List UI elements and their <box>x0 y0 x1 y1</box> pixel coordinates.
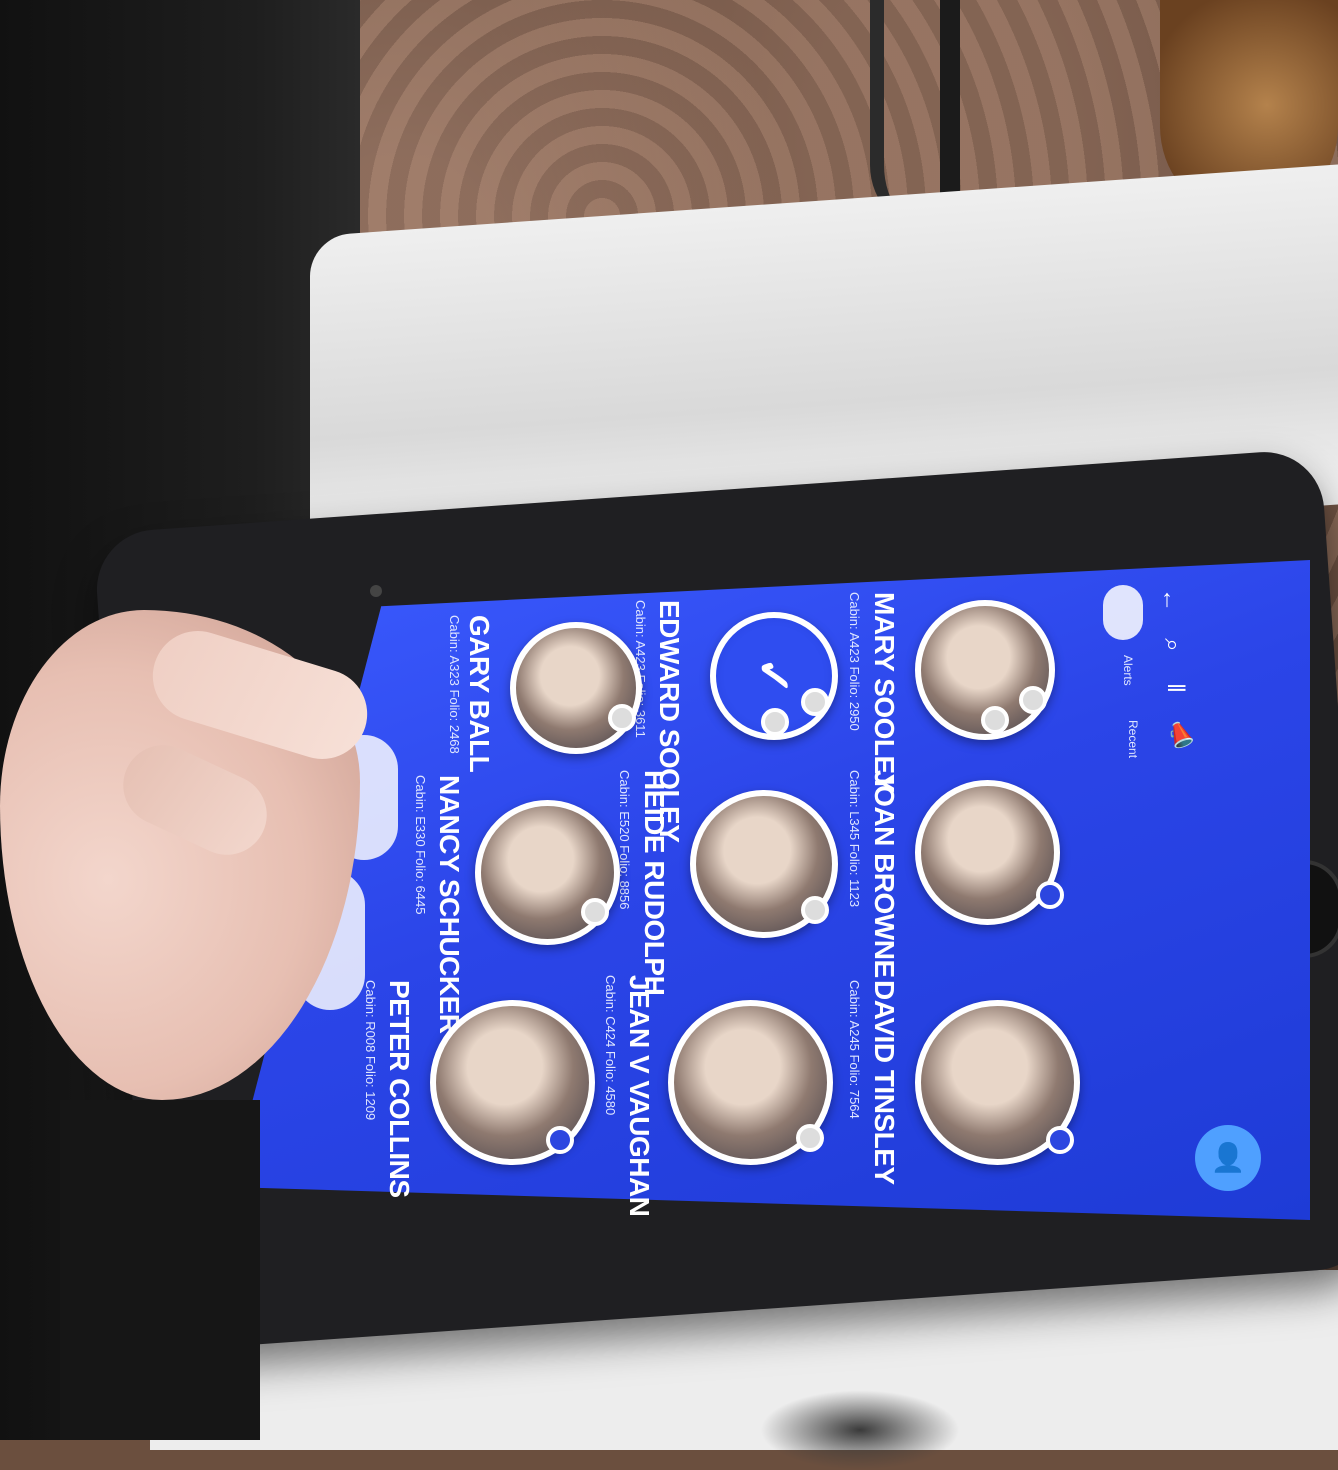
tablet-camera <box>370 585 382 597</box>
resident-detail: Cabin: R008 Folio: 1209 <box>363 980 378 1121</box>
resident-avatar[interactable] <box>915 600 1055 740</box>
resident-detail: Cabin: A323 Folio: 2468 <box>447 615 462 754</box>
resident-name: GARY BALL <box>464 615 495 773</box>
back-arrow-icon[interactable]: ← <box>1150 580 1190 620</box>
status-badge <box>1046 1126 1074 1154</box>
resident-name: DAVID TINSLEY <box>869 980 900 1185</box>
resident-avatar[interactable] <box>690 790 838 938</box>
resident-avatar[interactable] <box>915 780 1064 925</box>
resident-avatar[interactable] <box>668 1000 833 1165</box>
resident-avatar-selected[interactable]: ✓ <box>710 612 838 740</box>
person-icon[interactable]: 👤 <box>1195 1125 1261 1191</box>
menu-label-recent[interactable]: Recent <box>1126 720 1140 758</box>
menu-label-alerts[interactable]: Alerts <box>1121 655 1135 686</box>
status-badge <box>1019 686 1047 714</box>
resident-name: HEIDE RUDOLPH <box>639 770 670 996</box>
status-badge <box>801 896 829 924</box>
pause-icon[interactable]: ‖ <box>1155 668 1195 708</box>
status-badge <box>581 898 609 926</box>
status-badge <box>608 704 636 732</box>
resident-name: JOAN BROWNE <box>869 770 900 978</box>
resident-name: JEAN V VAUGHAN <box>624 975 655 1217</box>
resident-detail: Cabin: C424 Folio: 4580 <box>603 975 618 1116</box>
resident-detail: Cabin: A423 Folio: 2950 <box>847 592 862 731</box>
shadow <box>760 1390 960 1470</box>
megaphone-icon[interactable]: 📣 <box>1160 715 1200 755</box>
resident-detail: Cabin: A245 Folio: 7564 <box>847 980 862 1119</box>
resident-detail: Cabin: E520 Folio: 8856 <box>617 770 632 910</box>
resident-name: MARY SOOLEY <box>869 592 900 792</box>
resident-name: PETER COLLINS <box>384 980 415 1198</box>
resident-name: NANCY SCHUCKER <box>434 775 465 1034</box>
checkmark-icon: ✓ <box>748 656 800 696</box>
top-action-button[interactable] <box>1103 585 1143 640</box>
status-badge <box>801 688 829 716</box>
status-badge <box>1036 881 1064 909</box>
resident-detail: Cabin: L345 Folio: 1123 <box>847 770 862 908</box>
status-badge <box>546 1126 574 1154</box>
sleeve <box>60 1100 260 1440</box>
resident-avatar[interactable] <box>915 1000 1080 1165</box>
search-icon[interactable]: ⌕ <box>1152 625 1192 665</box>
resident-avatar[interactable] <box>510 622 642 754</box>
status-badge <box>981 706 1009 734</box>
status-badge <box>761 708 789 736</box>
resident-avatar[interactable] <box>430 1000 595 1165</box>
resident-avatar[interactable] <box>475 800 620 945</box>
status-badge <box>796 1124 824 1152</box>
resident-detail: Cabin: E330 Folio: 6445 <box>413 775 428 915</box>
